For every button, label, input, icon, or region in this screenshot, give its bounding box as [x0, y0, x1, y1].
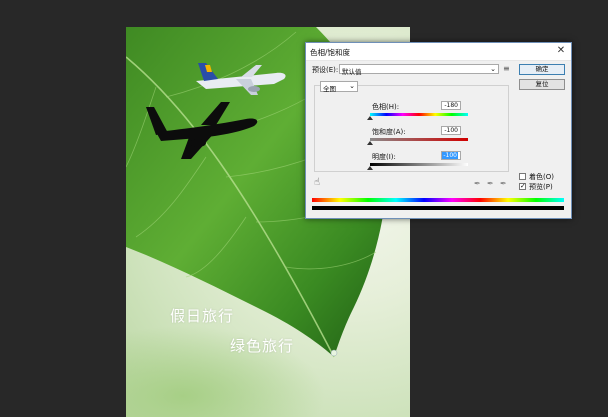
saturation-label: 饱和度(A):	[372, 128, 406, 136]
channel-value: 全图	[323, 85, 336, 93]
hue-saturation-dialog: 色相/饱和度 ✕ 预设(E): 默认值 ⌄ ≡ 确定 复位 全图 ⌄ 色相(H)…	[305, 42, 572, 219]
lightness-slider[interactable]	[370, 163, 468, 166]
output-color-bar	[312, 206, 564, 210]
close-icon[interactable]: ✕	[555, 45, 567, 57]
preview-label: 预览(P)	[529, 183, 553, 191]
saturation-slider[interactable]	[370, 138, 468, 141]
hue-input[interactable]: -180	[441, 101, 461, 110]
saturation-slider-thumb[interactable]	[367, 141, 373, 145]
reset-button[interactable]: 复位	[519, 79, 565, 90]
eyedropper-minus-icon[interactable]: ✒	[500, 179, 507, 188]
lightness-value: -100	[442, 152, 458, 159]
hue-slider[interactable]	[370, 113, 468, 116]
eyedropper-icon[interactable]: ✒	[474, 179, 481, 188]
targeted-adjustment-hand-icon[interactable]: ☝	[314, 177, 320, 188]
preset-select[interactable]: 默认值 ⌄	[339, 64, 499, 76]
channel-select[interactable]: 全图 ⌄	[320, 81, 358, 93]
preset-value: 默认值	[342, 68, 362, 76]
photo-text-green-travel: 绿色旅行	[230, 337, 295, 355]
photo-text-holiday-travel: 假日旅行	[170, 307, 235, 325]
eyedropper-plus-icon[interactable]: ✒	[487, 179, 494, 188]
colorize-label: 着色(O)	[529, 173, 554, 181]
saturation-input[interactable]: -100	[441, 126, 461, 135]
input-color-bar	[312, 198, 564, 202]
preview-checkbox[interactable]: ✓	[519, 183, 526, 190]
preset-label: 预设(E):	[312, 66, 339, 74]
ok-button[interactable]: 确定	[519, 64, 565, 75]
dialog-titlebar[interactable]: 色相/饱和度 ✕	[306, 43, 571, 61]
chevron-down-icon: ⌄	[490, 65, 496, 73]
adjustment-group: 全图 ⌄ 色相(H): -180 饱和度(A): -100 明度(I): -10…	[314, 81, 509, 172]
chevron-down-icon: ⌄	[349, 82, 355, 90]
preset-options-icon[interactable]: ≡	[503, 64, 510, 73]
colorize-checkbox[interactable]	[519, 173, 526, 180]
dialog-title: 色相/饱和度	[310, 48, 351, 57]
lightness-input[interactable]: -100	[441, 151, 461, 160]
lightness-slider-thumb[interactable]	[367, 166, 373, 170]
hue-label: 色相(H):	[372, 103, 400, 111]
hue-slider-thumb[interactable]	[367, 116, 373, 120]
lightness-label: 明度(I):	[372, 153, 396, 161]
